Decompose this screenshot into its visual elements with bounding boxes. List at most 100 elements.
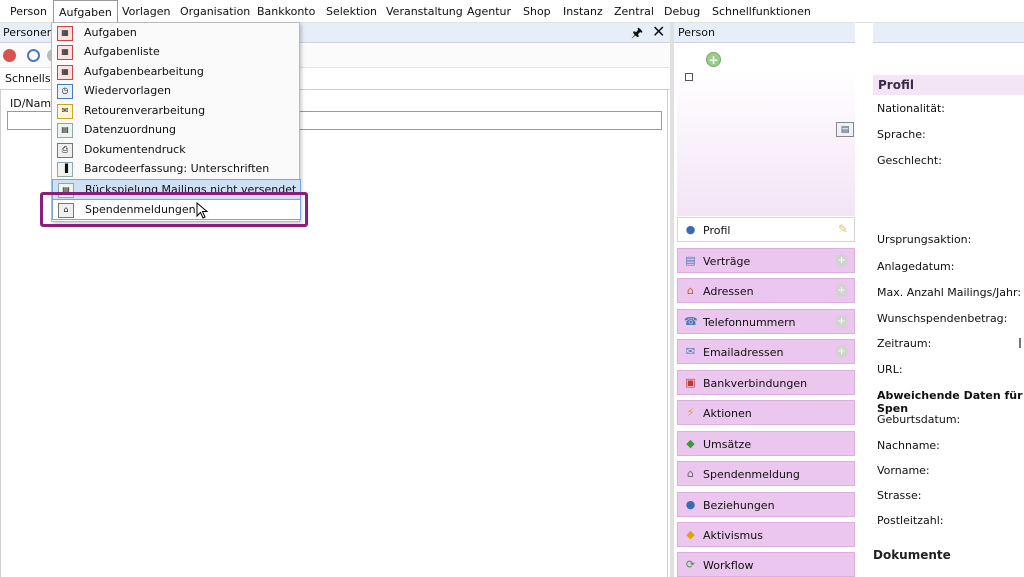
menu-item-label: Aufgaben: [84, 26, 137, 39]
section-dokumente: Dokumente: [873, 548, 951, 562]
add-icon[interactable]: +: [835, 345, 848, 358]
nav-label: Umsätze: [703, 438, 752, 451]
warning-sign-icon: ◆: [686, 528, 695, 541]
workflow-icon: ⟳: [685, 558, 696, 571]
nav-label: Beziehungen: [703, 499, 775, 512]
nav-workflow[interactable]: ⟳ Workflow: [677, 552, 855, 577]
nav-beziehungen[interactable]: ● Beziehungen: [677, 492, 855, 517]
menu-item-aufgaben[interactable]: ▦ Aufgaben: [52, 23, 299, 42]
field-geschlecht: Geschlecht:: [877, 154, 942, 167]
field-ursprungsaktion: Ursprungsaktion:: [877, 233, 972, 246]
money-icon: ◆: [686, 437, 695, 450]
menu-zentral[interactable]: Zentral: [609, 0, 659, 23]
close-icon[interactable]: ✕: [652, 22, 665, 41]
clock-icon: ◷: [57, 84, 73, 99]
person-icon: ●: [685, 223, 696, 236]
menu-bar: Person Aufgaben Vorlagen Organisation Ba…: [0, 0, 1024, 25]
nav-telefonnummern[interactable]: ☎ Telefonnummern +: [677, 309, 855, 334]
nav-vertraege[interactable]: ▤ Verträge +: [677, 248, 855, 273]
nav-emailadressen[interactable]: ✉ Emailadressen +: [677, 339, 855, 364]
envelope-warning-icon: ✉: [57, 104, 73, 119]
menu-item-retourenverarbeitung[interactable]: ✉ Retourenverarbeitung: [52, 101, 299, 120]
menu-item-dokumentendruck[interactable]: ⎙ Dokumentendruck: [52, 140, 299, 159]
menu-selektion[interactable]: Selektion: [321, 0, 382, 23]
nav-umsaetze[interactable]: ◆ Umsätze: [677, 431, 855, 456]
add-icon[interactable]: +: [835, 315, 848, 328]
printer-icon: ⎙: [57, 143, 73, 158]
menu-item-aufgabenliste[interactable]: ▦ Aufgabenliste: [52, 42, 299, 61]
nav-aktivismus[interactable]: ◆ Aktivismus: [677, 522, 855, 547]
calendar-edit-icon: ▦: [57, 65, 73, 80]
field-url: URL:: [877, 363, 903, 376]
profil-title: Profil: [878, 78, 914, 92]
menu-debug[interactable]: Debug: [659, 0, 705, 23]
menu-schnellfunktionen[interactable]: Schnellfunktionen: [707, 0, 816, 23]
field-zeitraum: Zeitraum:: [877, 337, 932, 350]
right-pane-header: Person: [674, 23, 1024, 43]
phone-icon: ☎: [684, 315, 698, 328]
menu-organisation[interactable]: Organisation: [175, 0, 255, 23]
menu-item-label: Wiedervorlagen: [84, 84, 172, 97]
lightning-icon: ⚡: [686, 406, 695, 419]
pane-splitter[interactable]: [670, 23, 674, 577]
menu-item-label: Datenzuordnung: [84, 123, 176, 136]
search-icon[interactable]: [27, 49, 40, 62]
menu-person[interactable]: Person: [5, 0, 52, 23]
menu-agentur[interactable]: Agentur: [462, 0, 516, 23]
contract-icon: ▤: [685, 254, 696, 267]
pin-icon[interactable]: 🖈: [631, 24, 643, 46]
contact-card-icon[interactable]: ▤: [836, 122, 854, 137]
calendar-list-icon: ▦: [57, 45, 73, 60]
nav-aktionen[interactable]: ⚡ Aktionen: [677, 400, 855, 425]
field-anlagedatum: Anlagedatum:: [877, 260, 955, 273]
edit-icon[interactable]: ✎: [838, 222, 848, 236]
field-vorname: Vorname:: [877, 464, 930, 477]
highlight-box: [40, 192, 308, 227]
menu-veranstaltung[interactable]: Veranstaltung: [381, 0, 468, 23]
menu-shop[interactable]: Shop: [518, 0, 556, 23]
add-icon[interactable]: +: [835, 284, 848, 297]
menu-bankkonto[interactable]: Bankkonto: [252, 0, 320, 23]
nav-label: Telefonnummern: [703, 316, 796, 329]
menu-item-wiedervorlagen[interactable]: ◷ Wiedervorlagen: [52, 81, 299, 100]
nav-adressen[interactable]: ⌂ Adressen +: [677, 278, 855, 303]
nav-bankverbindungen[interactable]: ▣ Bankverbindungen: [677, 370, 855, 395]
profil-section-header: Profil: [873, 75, 1024, 95]
menu-instanz[interactable]: Instanz: [558, 0, 608, 23]
field-sprache: Sprache:: [877, 128, 926, 141]
add-icon[interactable]: +: [706, 52, 721, 67]
stop-icon[interactable]: [3, 49, 16, 62]
field-nationalitaet: Nationalität:: [877, 102, 945, 115]
nav-label: Verträge: [703, 255, 751, 268]
nav-label: Adressen: [703, 285, 754, 298]
people-icon: ●: [685, 498, 696, 511]
calendar-icon: ▦: [57, 26, 73, 41]
menu-item-label: Barcodeerfassung: Unterschriften: [84, 162, 270, 175]
menu-item-aufgabenbearbeitung[interactable]: ▦ Aufgabenbearbeitung: [52, 62, 299, 81]
menu-item-label: Aufgabenbearbeitung: [84, 65, 204, 78]
menu-item-barcodeerfassung[interactable]: ▐ Barcodeerfassung: Unterschriften: [52, 159, 299, 178]
field-max-mailings: Max. Anzahl Mailings/Jahr:: [877, 286, 1022, 299]
nav-label: Bankverbindungen: [703, 377, 808, 390]
restore-icon[interactable]: [685, 73, 693, 81]
nav-profil[interactable]: ● Profil ✎: [677, 217, 855, 242]
nav-spendenmeldung[interactable]: ⌂ Spendenmeldung: [677, 461, 855, 486]
nav-label: Profil: [703, 224, 731, 237]
field-strasse: Strasse:: [877, 489, 922, 502]
envelope-icon: ✉: [685, 345, 696, 358]
data-assign-icon: ▤: [57, 123, 73, 138]
field-postleitzahl: Postleitzahl:: [877, 514, 944, 527]
house-icon: ⌂: [687, 284, 694, 297]
field-wunschspendenbetrag: Wunschspendenbetrag:: [877, 312, 1008, 325]
section-abweichende-daten: Abweichende Daten für Spen: [877, 389, 1023, 415]
menu-item-datenzuordnung[interactable]: ▤ Datenzuordnung: [52, 120, 299, 139]
nav-label: Workflow: [703, 559, 754, 572]
menu-vorlagen[interactable]: Vorlagen: [117, 0, 175, 23]
field-value-marker: [1019, 338, 1021, 348]
nav-label: Spendenmeldung: [703, 468, 800, 481]
field-geburtsdatum: Geburtsdatum:: [877, 413, 961, 426]
add-icon[interactable]: +: [835, 254, 848, 267]
menu-item-label: Dokumentendruck: [84, 143, 186, 156]
profile-divider: [855, 23, 873, 577]
field-nachname: Nachname:: [877, 439, 940, 452]
